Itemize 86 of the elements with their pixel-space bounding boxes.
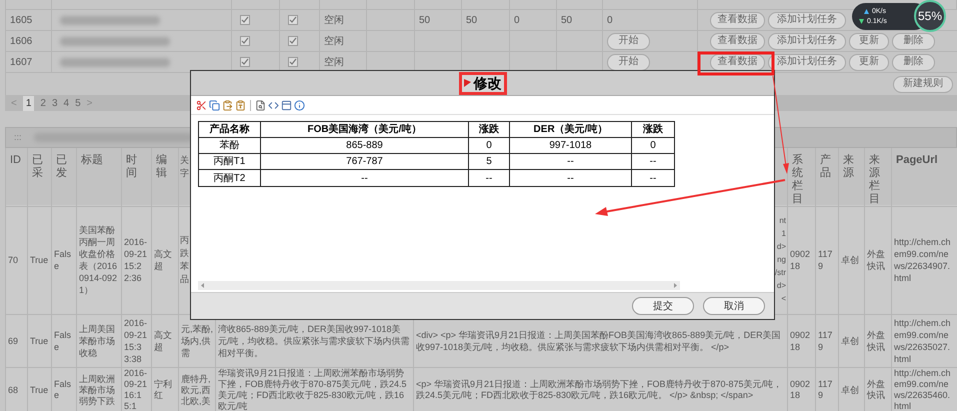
table-cell: 外盘快讯 <box>865 368 892 411</box>
checkbox[interactable] <box>288 36 298 46</box>
view-data-button[interactable]: 查看数据 <box>710 12 765 28</box>
table-cell: 空闲 <box>320 31 367 52</box>
submit-button[interactable]: 提交 <box>632 297 694 315</box>
column-header: FOB美国海湾（美元/吨） <box>261 122 469 138</box>
table-cell: True <box>28 368 52 411</box>
new-rule-button[interactable]: 新建规则 <box>893 76 953 92</box>
view-data-button[interactable]: 查看数据 <box>710 32 765 50</box>
table-cell: 50 <box>415 10 462 31</box>
down-arrow-icon <box>859 19 864 24</box>
add-task-button[interactable]: 添加计划任务 <box>768 12 846 28</box>
checkbox[interactable] <box>240 57 250 67</box>
view-data-button[interactable]: 查看数据 <box>710 54 765 70</box>
table-cell: 卓创 <box>839 368 865 411</box>
page-link[interactable]: 5 <box>75 96 81 110</box>
page-link[interactable]: 1 <box>22 96 34 110</box>
table-cell: -- <box>510 170 632 186</box>
table-cell: 0 <box>632 138 674 154</box>
table-cell: 0 <box>469 138 510 154</box>
table-cell: -- <box>261 170 469 186</box>
paste-icon[interactable] <box>222 100 233 110</box>
add-task-button[interactable]: 添加计划任务 <box>768 32 846 50</box>
table-cell: 1179 <box>816 368 839 411</box>
page-link[interactable]: 2 <box>40 96 46 110</box>
copy-icon[interactable] <box>209 100 220 110</box>
update-button[interactable]: 更新 <box>849 32 889 50</box>
start-button[interactable]: 开始 <box>607 32 650 50</box>
panel-icon[interactable] <box>281 100 292 110</box>
table-cell: -- <box>510 154 632 170</box>
horizontal-scrollbar[interactable] <box>198 281 680 290</box>
table-cell: 丙酮T2 <box>199 170 261 186</box>
page-url: http://chem.chem99.com/news/22635460.html <box>892 368 957 411</box>
add-task-button[interactable]: 添加计划任务 <box>768 54 846 70</box>
table-cell: 宁利红 <box>152 368 179 411</box>
drag-handle[interactable]: ::: <box>14 130 22 144</box>
table-cell: 1606 <box>5 31 52 52</box>
table-cell-text: -- <box>648 172 658 186</box>
delete-button[interactable]: 删除 <box>892 32 935 50</box>
table-cell: 997-1018 <box>510 138 632 154</box>
table-cell: 865-889 <box>261 138 469 154</box>
column-header: DER（美元/吨） <box>510 122 632 138</box>
table-cell: 68 <box>6 368 28 411</box>
table-cell: <p> 华瑞资讯9月21日报道：上周欧洲苯酚市场弱势下挫，FOB鹿特丹收于870-875美元/吨，跌24.5美元/吨；FD西北欧收于825-830欧元/吨，跌16欧元/吨。 </p> &nbsp; </span> <box>414 368 788 411</box>
cancel-button[interactable]: 取消 <box>703 297 765 315</box>
table-cell: 鹿特丹,欧元,西北欧,美 <box>179 368 216 411</box>
page-link[interactable]: 4 <box>64 96 70 110</box>
scroll-left-icon[interactable] <box>201 283 205 288</box>
preview-icon[interactable] <box>255 100 266 110</box>
table-cell: 090218 <box>788 368 816 411</box>
paste-text-icon[interactable] <box>235 100 246 110</box>
page-link[interactable]: 3 <box>52 96 58 110</box>
column-header: 涨跌 <box>469 122 510 138</box>
table-cell: 1607 <box>5 52 52 73</box>
table-cell: 上周欧洲苯酚市场弱势下跌 <box>77 368 122 411</box>
scroll-right-icon[interactable] <box>673 283 677 288</box>
start-button[interactable]: 开始 <box>607 54 650 70</box>
cut-icon[interactable] <box>196 100 207 110</box>
delete-button[interactable]: 删除 <box>892 54 935 70</box>
up-arrow-icon <box>864 9 869 14</box>
column-header: 产品名称 <box>199 122 261 138</box>
table-cell: 2016-09-21 16:15:1 <box>122 368 152 411</box>
table-cell: 苯酚 <box>199 138 261 154</box>
table-cell: -- <box>469 170 510 186</box>
checkbox[interactable] <box>288 57 298 67</box>
checkbox[interactable] <box>240 15 250 25</box>
checkbox[interactable] <box>288 15 298 25</box>
table-cell: 50 <box>557 10 603 31</box>
table-cell: 5 <box>469 154 510 170</box>
table-cell: 50 <box>462 10 510 31</box>
table-cell: 0 <box>510 10 557 31</box>
table-cell: False <box>52 368 77 411</box>
table-cell: 1605 <box>5 10 52 31</box>
column-header: 涨跌 <box>632 122 674 138</box>
table-cell: 空闲 <box>320 10 367 31</box>
table-cell: 0 <box>603 10 698 31</box>
table-cell: 丙酮T1 <box>199 154 261 170</box>
table-cell: 767-787 <box>261 154 469 170</box>
table-cell: -- <box>632 154 674 170</box>
source-code-icon[interactable] <box>268 100 279 110</box>
table-cell: 华瑞资讯9月21日报道：上周欧洲苯酚市场弱势下挫，FOB鹿特丹收于870-875美元/吨，跌24.5美元/吨；FD西北欧收于825-830欧元/吨，跌16欧元/吨 <box>216 368 414 411</box>
update-button[interactable]: 更新 <box>849 54 889 70</box>
checkbox[interactable] <box>240 36 250 46</box>
info-icon[interactable] <box>294 100 305 110</box>
flag-icon <box>464 79 470 87</box>
dialog-title: 修改 <box>458 72 506 94</box>
